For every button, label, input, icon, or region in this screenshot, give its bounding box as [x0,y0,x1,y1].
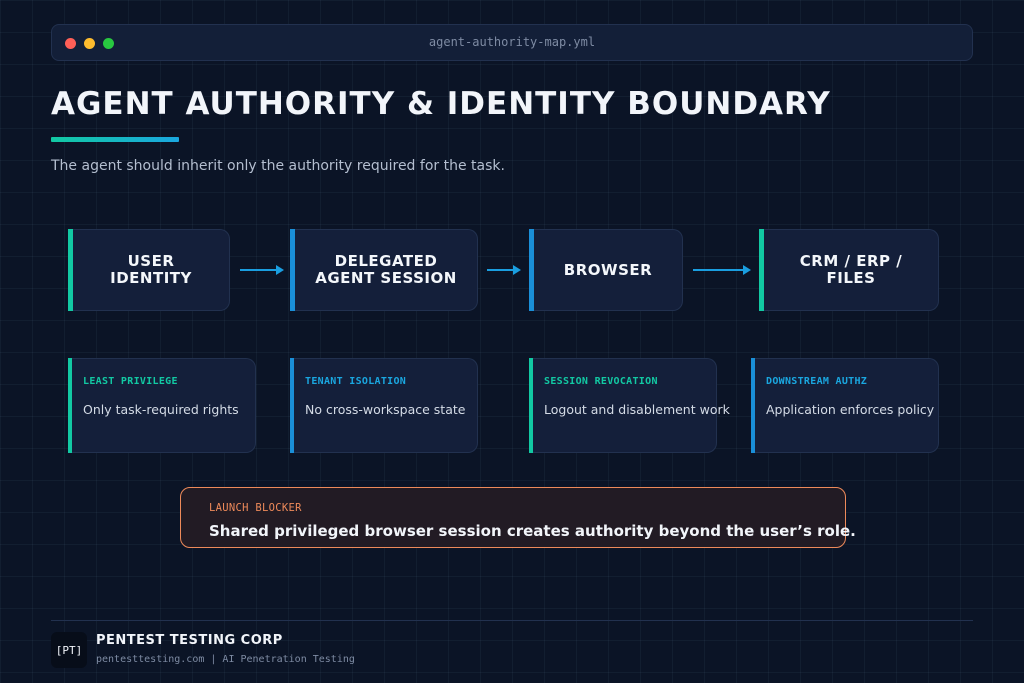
window-title-bar: agent-authority-map.yml [51,24,973,61]
page-subtitle: The agent should inherit only the author… [51,158,505,174]
card-accent-bar [529,358,533,453]
blocker-text: Shared privileged browser session create… [209,522,856,540]
node-accent-bar [529,229,534,311]
card-text: No cross-workspace state [305,402,466,417]
flow-node-label: BROWSER [563,260,653,279]
node-accent-bar [68,229,73,311]
card-tag: TENANT ISOLATION [305,376,407,387]
company-name: PENTEST TESTING CORP [96,633,283,648]
flow-node-crm-erp-files: CRM / ERP / FILES [759,229,939,311]
launch-blocker-callout: LAUNCH BLOCKER Shared privileged browser… [180,487,856,548]
page-title: AGENT AUTHORITY & IDENTITY BOUNDARY [51,86,831,122]
control-card-least-privilege: LEAST PRIVILEGE Only task-required right… [68,358,256,453]
flow-arrow-icon [487,265,521,275]
footer-divider [51,620,973,621]
flow-node-label: DELEGATED AGENT SESSION [315,252,457,287]
card-text: Logout and disablement work [544,402,730,417]
title-underline [51,137,179,142]
control-card-session-revocation: SESSION REVOCATION Logout and disablemen… [529,358,730,453]
card-text: Application enforces policy [766,402,935,417]
node-accent-bar [290,229,295,311]
card-accent-bar [290,358,294,453]
flow-node-browser: BROWSER [529,229,683,311]
card-tag: SESSION REVOCATION [544,376,658,387]
flow-node-delegated-agent-session: DELEGATED AGENT SESSION [290,229,478,311]
control-card-downstream-authz: DOWNSTREAM AUTHZ Application enforces po… [751,358,939,453]
flow-node-label: USER IDENTITY [110,252,192,287]
node-accent-bar [759,229,764,311]
card-accent-bar [68,358,72,453]
card-text: Only task-required rights [83,402,239,417]
card-accent-bar [751,358,755,453]
flow-arrow-icon [693,265,751,275]
window-title: agent-authority-map.yml [428,35,596,49]
flow-node-label: CRM / ERP / FILES [799,252,903,287]
card-tag: DOWNSTREAM AUTHZ [766,376,868,387]
card-tag: LEAST PRIVILEGE [83,376,178,387]
control-card-tenant-isolation: TENANT ISOLATION No cross-workspace stat… [290,358,478,453]
flow-node-user-identity: USER IDENTITY [68,229,230,311]
flow-arrow-icon [240,265,284,275]
blocker-tag: LAUNCH BLOCKER [209,502,302,514]
company-logo: [PT] [51,632,87,668]
company-tagline: pentesttesting.com | AI Penetration Test… [96,654,355,665]
